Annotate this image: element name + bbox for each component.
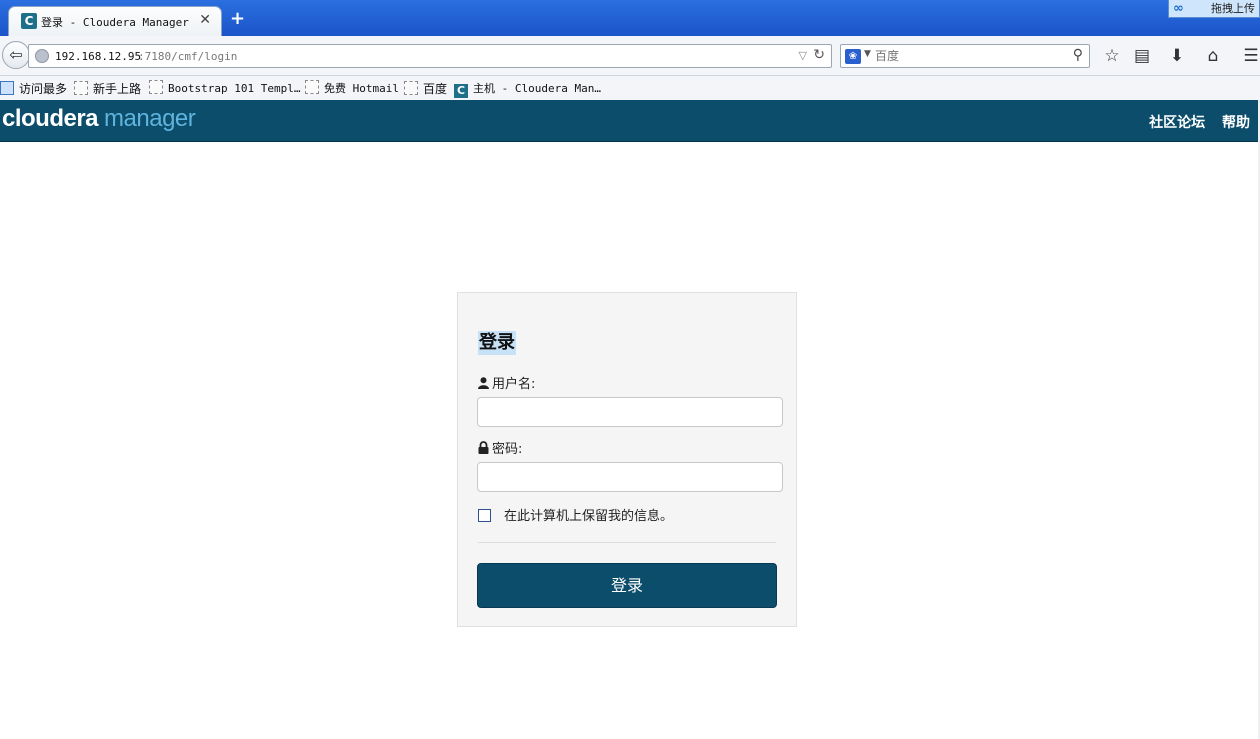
search-bar[interactable]: ❀ ▼ ⚲ (840, 44, 1090, 68)
cloudera-favicon-icon: C (454, 84, 468, 98)
url-host: 192.168.12.95 (55, 50, 142, 63)
login-button[interactable]: 登录 (477, 563, 777, 608)
remember-me[interactable]: 在此计算机上保留我的信息。 (478, 505, 673, 524)
search-magnifier-icon[interactable]: ⚲ (1073, 47, 1083, 63)
url-path: :7180/cmf/login (138, 50, 238, 63)
back-arrow-icon[interactable]: ⇦ (2, 41, 30, 69)
remember-label: 在此计算机上保留我的信息。 (504, 509, 674, 524)
most-visited-icon (0, 81, 14, 95)
bookmarks-bar: 访问最多 新手上路 Bootstrap 101 Templ… 免费 Hotmai… (0, 76, 1260, 100)
globe-icon (35, 49, 49, 63)
tab-title: 登录 - Cloudera Manager (41, 16, 189, 29)
bookmark-page-icon (305, 80, 319, 94)
password-label: 密码: (478, 438, 522, 457)
search-input[interactable] (875, 48, 1065, 64)
bookmark-item[interactable]: Bootstrap 101 Templ… (149, 80, 300, 96)
reading-list-icon[interactable]: ▤ (1131, 45, 1153, 67)
community-forum-link[interactable]: 社区论坛 (1149, 115, 1205, 131)
browser-tab[interactable]: C 登录 - Cloudera Manager ✕ (8, 6, 222, 36)
divider (478, 542, 776, 543)
close-tab-icon[interactable]: ✕ (199, 12, 211, 28)
browser-titlebar: C 登录 - Cloudera Manager ✕ + ∞ 拖拽上传 (0, 0, 1260, 36)
password-input[interactable] (477, 462, 783, 492)
bookmark-item[interactable]: 新手上路 (74, 80, 141, 96)
username-input[interactable] (477, 397, 783, 427)
cloudera-favicon-icon: C (21, 13, 37, 29)
app-header: cloudera manager 社区论坛 帮助 (0, 100, 1258, 142)
username-label: 用户名: (478, 373, 535, 392)
cloudera-manager-logo[interactable]: cloudera manager (2, 105, 196, 133)
upload-widget[interactable]: ∞ 拖拽上传 (1168, 0, 1260, 18)
bookmark-item[interactable]: 免费 Hotmail (305, 80, 399, 96)
menu-icon[interactable]: ☰ (1240, 45, 1260, 67)
engine-dropdown-icon[interactable]: ▼ (864, 49, 871, 59)
remember-checkbox[interactable] (478, 509, 491, 522)
lock-icon (478, 441, 489, 454)
bookmark-item[interactable]: 访问最多 (0, 80, 67, 96)
home-icon[interactable]: ⌂ (1202, 45, 1224, 67)
cloud-link-icon: ∞ (1173, 1, 1184, 16)
user-icon (478, 377, 489, 389)
new-tab-button[interactable]: + (230, 10, 245, 28)
baidu-paw-icon[interactable]: ❀ (845, 49, 861, 64)
help-link[interactable]: 帮助 (1222, 115, 1250, 131)
address-bar[interactable]: 192.168.12.95 :7180/cmf/login ▽ ↻ (28, 44, 832, 68)
bookmark-page-icon (74, 81, 88, 95)
download-arrow-icon[interactable]: ⬇ (1166, 45, 1188, 67)
history-dropdown-icon[interactable]: ▽ (799, 49, 807, 62)
upload-widget-label: 拖拽上传 (1211, 2, 1255, 15)
bookmark-item[interactable]: C 主机 - Cloudera Man… (454, 80, 601, 98)
bookmark-item[interactable]: 百度 (404, 80, 447, 96)
browser-navbar: ⇦ 192.168.12.95 :7180/cmf/login ▽ ↻ ❀ ▼ … (0, 36, 1260, 76)
reload-icon[interactable]: ↻ (813, 47, 825, 63)
bookmark-page-icon (149, 80, 163, 94)
bookmark-star-icon[interactable]: ☆ (1101, 45, 1123, 67)
login-panel: 登录 用户名: 密码: 在此计算机上保留我的信息。 登录 (457, 292, 797, 627)
login-title: 登录 (478, 331, 516, 355)
header-links: 社区论坛 帮助 (1137, 112, 1250, 132)
bookmark-page-icon (404, 81, 418, 95)
